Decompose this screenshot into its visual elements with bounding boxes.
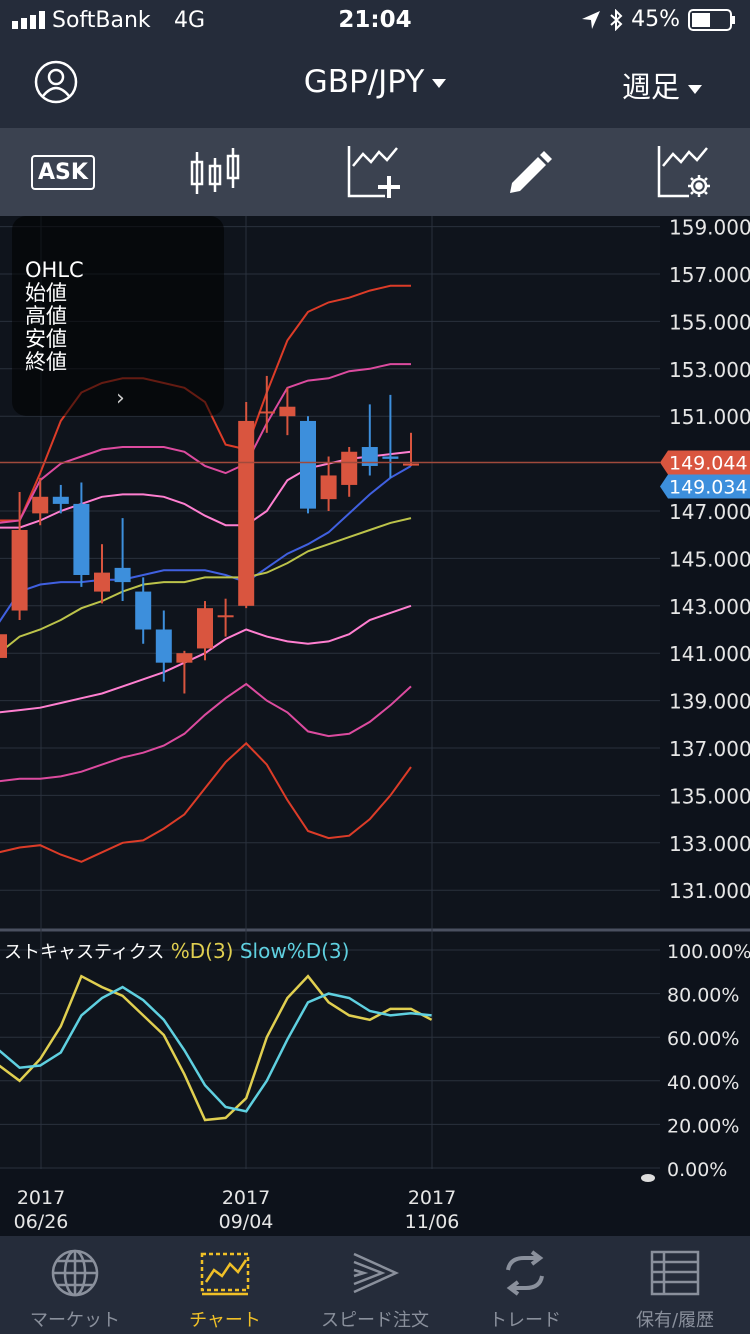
date-year-label: 2017 (17, 1187, 65, 1209)
ohlc-open: 始値 (25, 281, 67, 305)
price-tick-label: 153.000 (669, 358, 750, 382)
price-tick-label: 151.000 (669, 405, 750, 429)
price-tick-label: 145.000 (669, 547, 750, 571)
currency-pair-label: GBP/JPY (303, 64, 425, 100)
price-tick-label: 147.000 (669, 500, 750, 524)
chevron-down-icon (688, 84, 702, 94)
chart-icon (200, 1252, 250, 1296)
chevron-down-icon (432, 79, 447, 88)
price-tick-label: 137.000 (669, 737, 750, 761)
tab-label: 保有/履歴 (635, 1310, 715, 1331)
ask-toggle-button[interactable]: ASK (18, 138, 108, 206)
stochastic-d-label: Slow%D(3) (239, 939, 350, 963)
speed-order-icon (353, 1252, 400, 1294)
candle-body (403, 463, 419, 466)
ohlc-high: 高値 (25, 304, 67, 328)
trade-icon (506, 1250, 544, 1296)
candle-body (73, 503, 90, 575)
chart-settings-button[interactable] (640, 138, 730, 206)
tab-chart[interactable]: チャート (150, 1236, 300, 1334)
stochastic-name: ストキャスティクス (4, 942, 165, 963)
candle-body (197, 608, 213, 649)
candle-body (238, 420, 255, 606)
globe-icon (51, 1249, 99, 1297)
history-icon (650, 1250, 700, 1296)
tab-label: トレード (489, 1310, 561, 1331)
price-tick-label: 143.000 (669, 595, 750, 619)
date-day-label: 11/06 (405, 1211, 460, 1233)
candle-body (176, 653, 193, 663)
candle-body (94, 572, 110, 592)
price-tick-label: 139.000 (669, 690, 750, 714)
drawing-tool-button[interactable] (484, 138, 574, 206)
bid-price-label: 149.034 (669, 477, 748, 499)
candle-body (52, 496, 69, 504)
price-tick-label: 131.000 (669, 879, 750, 903)
stoch-tick-label: 80.00% (667, 985, 739, 1007)
candle-body (114, 567, 131, 583)
period-selector[interactable]: 週足 (622, 64, 702, 106)
ask-label: ASK (31, 154, 95, 190)
date-year-label: 2017 (408, 1187, 456, 1209)
ohlc-close: 終値 (25, 350, 67, 374)
date-day-label: 06/26 (14, 1211, 69, 1233)
candle-body (155, 629, 172, 663)
tab-label: チャート (189, 1310, 261, 1331)
stochastic-legend: ストキャスティクス %D(3) Slow%D(3) (4, 938, 349, 964)
ask-price-label: 149.044 (669, 453, 748, 475)
ohlc-title: OHLC (25, 258, 84, 282)
price-tick-label: 141.000 (669, 642, 750, 666)
battery-percent: 45% (631, 7, 680, 32)
tab-positions-history[interactable]: 保有/履歴 (600, 1236, 750, 1334)
pencil-icon (510, 151, 552, 193)
add-indicator-button[interactable] (330, 138, 420, 206)
tab-speed-order[interactable]: スピード注文 (300, 1236, 450, 1334)
location-arrow-icon (582, 10, 601, 29)
candle-body (32, 496, 49, 514)
candle-body (341, 451, 358, 485)
stoch-tick-label: 0.00% (667, 1159, 727, 1181)
price-tick-label: 157.000 (669, 263, 750, 287)
candlestick-icon (190, 148, 240, 194)
price-tick-label: 133.000 (669, 832, 750, 856)
ohlc-low: 安値 (25, 327, 67, 351)
price-tick-label: 135.000 (669, 784, 750, 808)
tab-label: スピード注文 (321, 1310, 429, 1331)
candle-body (217, 615, 234, 618)
chevron-right-icon[interactable]: › (116, 386, 125, 411)
candle-body (0, 634, 7, 658)
candle-body (320, 475, 337, 500)
price-tick-label: 159.000 (669, 216, 750, 240)
candle-body (135, 591, 152, 630)
status-bar: SoftBank 4G 21:04 45% (0, 0, 750, 42)
date-year-label: 2017 (222, 1187, 270, 1209)
bottom-tab-bar: マーケット チャート スピード注文 トレード 保有/履歴 (0, 1236, 750, 1334)
candle-body (11, 529, 28, 611)
price-tick-label: 155.000 (669, 310, 750, 334)
bluetooth-icon (610, 8, 623, 31)
tab-market[interactable]: マーケット (0, 1236, 150, 1334)
stochastic-plot-bg (0, 932, 660, 1169)
stoch-tick-label: 100.00% (667, 941, 750, 963)
candle-body (300, 420, 316, 509)
tab-label: マーケット (30, 1310, 120, 1331)
stoch-tick-label: 40.00% (667, 1072, 739, 1094)
add-indicator-icon (347, 146, 400, 198)
period-label: 週足 (621, 70, 680, 104)
candle-body (258, 411, 275, 414)
chart-toolbar: ASK (0, 128, 750, 216)
stoch-tick-label: 20.00% (667, 1115, 739, 1137)
app-header: GBP/JPY 週足 (0, 42, 750, 128)
scroll-indicator (641, 1174, 655, 1182)
stochastic-k-label: %D(3) (170, 939, 234, 963)
chart-settings-icon (657, 146, 710, 198)
stoch-tick-label: 60.00% (667, 1028, 739, 1050)
chart-type-button[interactable] (170, 138, 260, 206)
battery-icon (688, 8, 735, 31)
tab-trade[interactable]: トレード (450, 1236, 600, 1334)
date-day-label: 09/04 (219, 1211, 274, 1233)
candle-body (382, 456, 399, 459)
candle-body (279, 406, 296, 417)
ohlc-panel[interactable]: OHLC 始値 高値 安値 終値 › (12, 216, 224, 416)
